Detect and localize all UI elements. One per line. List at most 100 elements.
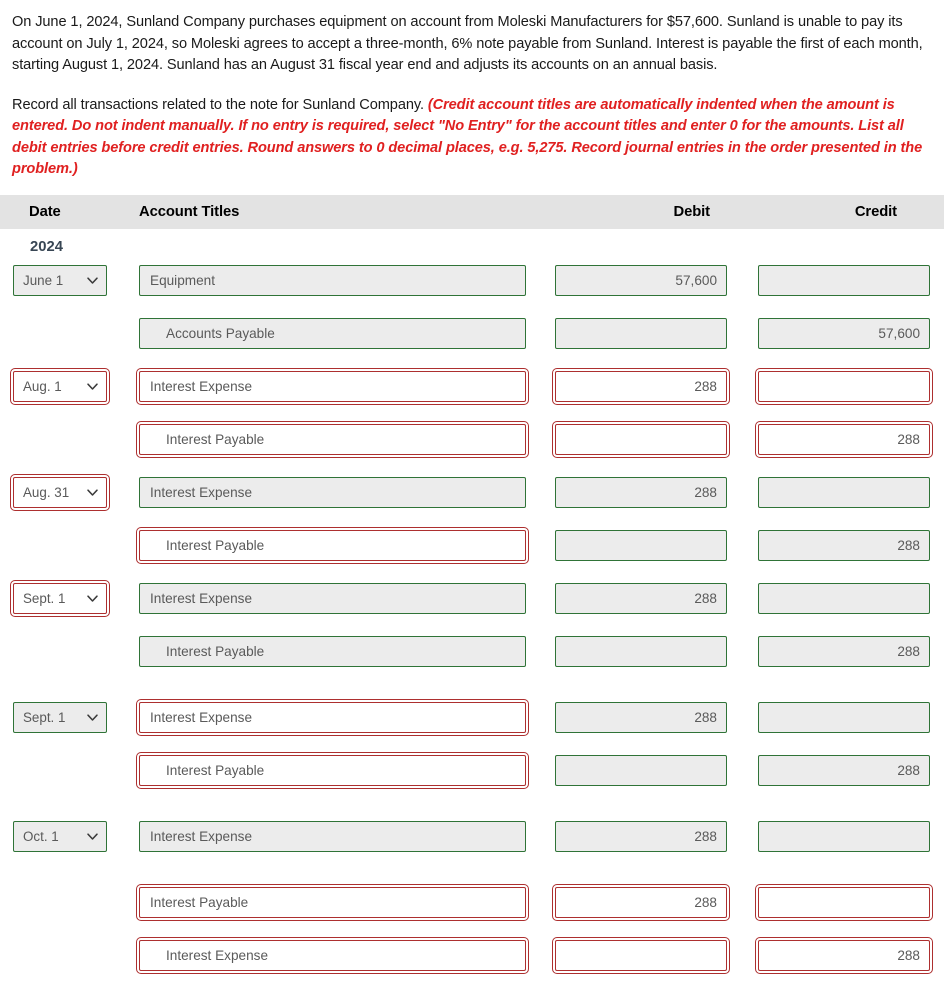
account-title-value: Equipment: [150, 272, 215, 288]
credit-amount-input[interactable]: [758, 476, 930, 508]
debit-amount-input[interactable]: 288: [552, 367, 730, 405]
debit-amount-input[interactable]: 288: [555, 820, 727, 852]
journal-entry-table: Date Account Titles Debit Credit 2024 Ju…: [0, 194, 944, 993]
debit-amount-input[interactable]: 57,600: [555, 264, 727, 296]
account-cell: Interest Expense: [136, 698, 555, 736]
credit-amount-input[interactable]: [758, 582, 930, 614]
date-cell: [0, 755, 139, 786]
instruction-lead: Record all transactions related to the n…: [12, 96, 428, 113]
date-select-value: Aug. 1: [23, 378, 62, 394]
debit-amount-input[interactable]: [555, 754, 727, 786]
date-select[interactable]: Aug. 1: [10, 367, 110, 405]
table-header-row: Date Account Titles Debit Credit: [0, 194, 944, 229]
date-select[interactable]: Sept. 1: [13, 701, 107, 733]
chevron-down-icon: [86, 486, 99, 499]
date-cell: [0, 636, 139, 667]
date-select-value: Oct. 1: [23, 828, 59, 844]
account-cell: Equipment: [139, 264, 555, 296]
debit-amount-input[interactable]: [552, 420, 730, 458]
date-cell-empty: [13, 887, 107, 918]
date-select-value: June 1: [23, 272, 64, 288]
debit-cell: 288: [555, 820, 758, 852]
account-cell: Interest Expense: [139, 582, 555, 614]
debit-cell: [555, 529, 758, 561]
account-title-value: Interest Expense: [150, 484, 253, 500]
account-cell: Interest Payable: [136, 751, 555, 789]
credit-amount-value: 57,600: [878, 325, 920, 341]
account-title-input[interactable]: Accounts Payable: [139, 317, 526, 349]
account-title-input[interactable]: Interest Expense: [136, 936, 529, 974]
credit-amount-input[interactable]: 288: [755, 420, 933, 458]
account-cell: Accounts Payable: [139, 317, 555, 349]
credit-amount-input[interactable]: [758, 701, 930, 733]
credit-amount-input[interactable]: [755, 367, 933, 405]
date-cell: Sept. 1: [0, 579, 139, 617]
debit-amount-input[interactable]: [555, 635, 727, 667]
account-title-input[interactable]: Interest Payable: [136, 883, 529, 921]
debit-amount-value: 288: [694, 828, 717, 844]
table-row: Oct. 1 Interest Expense 288: [0, 820, 944, 874]
debit-amount-input[interactable]: 288: [555, 582, 727, 614]
debit-amount-value: 288: [694, 894, 717, 910]
credit-amount-input[interactable]: [758, 264, 930, 296]
chevron-down-icon: [86, 711, 99, 724]
account-title-value: Interest Expense: [166, 947, 269, 963]
account-title-input[interactable]: Interest Expense: [139, 476, 526, 508]
account-title-input[interactable]: Interest Payable: [136, 751, 529, 789]
account-cell: Interest Payable: [139, 635, 555, 667]
credit-amount-input[interactable]: 57,600: [758, 317, 930, 349]
debit-cell: 288: [552, 367, 758, 405]
account-title-input[interactable]: Interest Payable: [139, 635, 526, 667]
credit-amount-input[interactable]: 288: [758, 754, 930, 786]
date-select[interactable]: June 1: [13, 264, 107, 296]
credit-amount-input[interactable]: 288: [758, 635, 930, 667]
debit-amount-input[interactable]: 288: [555, 476, 727, 508]
account-title-input[interactable]: Interest Expense: [136, 367, 529, 405]
account-title-value: Interest Payable: [166, 431, 265, 447]
debit-amount-input[interactable]: [552, 936, 730, 974]
account-title-input[interactable]: Interest Payable: [136, 420, 529, 458]
account-cell: Interest Expense: [136, 367, 555, 405]
credit-cell: [758, 264, 944, 296]
debit-amount-input[interactable]: 288: [555, 701, 727, 733]
debit-amount-input[interactable]: [555, 529, 727, 561]
account-cell: Interest Expense: [136, 936, 555, 974]
table-row: Aug. 31 Interest Expense 288: [0, 473, 944, 530]
table-row: Interest Payable 288: [0, 883, 944, 940]
debit-cell: [555, 635, 758, 667]
table-row: Aug. 1 Interest Expense 288: [0, 367, 944, 424]
account-title-input[interactable]: Interest Payable: [136, 526, 529, 564]
date-cell: [0, 530, 139, 561]
account-title-input[interactable]: Interest Expense: [139, 820, 526, 852]
date-select-value: Sept. 1: [23, 590, 66, 606]
account-title-input[interactable]: Interest Expense: [136, 698, 529, 736]
debit-amount-value: 288: [694, 378, 717, 394]
account-title-value: Interest Expense: [150, 709, 253, 725]
credit-cell: [758, 820, 944, 852]
debit-amount-input[interactable]: 288: [552, 883, 730, 921]
chevron-down-icon: [86, 274, 99, 287]
problem-instruction: Record all transactions related to the n…: [12, 95, 936, 181]
credit-amount-input[interactable]: 288: [755, 936, 933, 974]
date-select[interactable]: Oct. 1: [13, 820, 107, 852]
account-title-input[interactable]: Equipment: [139, 264, 526, 296]
year-row: 2024: [0, 229, 944, 265]
table-row: Interest Payable 288: [0, 635, 944, 689]
credit-cell: 57,600: [758, 317, 944, 349]
credit-amount-input[interactable]: [758, 820, 930, 852]
table-row: Sept. 1 Interest Expense 288: [0, 698, 944, 755]
column-header-account: Account Titles: [139, 203, 240, 220]
date-select[interactable]: Sept. 1: [10, 579, 110, 617]
debit-cell: 57,600: [555, 264, 758, 296]
journal-rows: June 1 Equipment 57,600 Accounts Payable 57,…: [0, 264, 944, 993]
credit-amount-input[interactable]: [755, 883, 933, 921]
table-row: Sept. 1 Interest Expense 288: [0, 579, 944, 636]
date-select-value: Aug. 31: [23, 484, 70, 500]
debit-amount-input[interactable]: [555, 317, 727, 349]
date-select[interactable]: Aug. 31: [10, 473, 110, 511]
table-row: Interest Payable 288: [0, 526, 944, 583]
account-title-input[interactable]: Interest Expense: [139, 582, 526, 614]
account-title-value: Interest Payable: [166, 762, 265, 778]
account-title-value: Interest Payable: [150, 894, 249, 910]
credit-amount-input[interactable]: 288: [758, 529, 930, 561]
